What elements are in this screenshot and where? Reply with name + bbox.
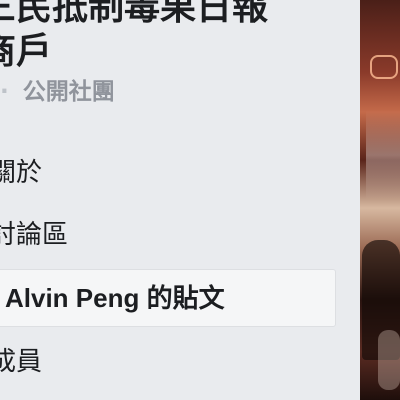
nav-item-discussion[interactable]: 討論區 xyxy=(0,206,336,264)
group-sidebar: 三民抵制毒果日報 商戶 · 公開社團 關於 討論區 Alvin Peng 的貼文… xyxy=(0,0,360,400)
group-title[interactable]: 三民抵制毒果日報 商戶 xyxy=(0,0,340,74)
privacy-dot: · xyxy=(0,79,9,105)
group-cover-photo[interactable] xyxy=(360,0,400,400)
nav-item-member-posts-label: Alvin Peng 的貼文 xyxy=(5,283,225,313)
group-title-line-2[interactable]: 商戶 xyxy=(0,30,340,74)
nav-item-about[interactable]: 關於 xyxy=(0,144,336,202)
nav-item-members[interactable]: 成員 xyxy=(0,333,336,391)
nav-item-about-label: 關於 xyxy=(0,158,43,188)
nav-item-member-posts[interactable]: Alvin Peng 的貼文 xyxy=(0,269,336,327)
nav-item-members-label: 成員 xyxy=(0,347,43,377)
group-title-line-1[interactable]: 三民抵制毒果日報 xyxy=(0,0,340,30)
viewport: 三民抵制毒果日報 商戶 · 公開社團 關於 討論區 Alvin Peng 的貼文… xyxy=(0,0,400,400)
photo-neon-sign xyxy=(370,55,398,79)
privacy-label: 公開社團 xyxy=(22,79,115,105)
photo-highlight xyxy=(378,330,400,390)
photo-glare xyxy=(366,110,400,200)
nav-item-discussion-label: 討論區 xyxy=(0,220,69,250)
group-privacy: · 公開社團 xyxy=(0,77,115,107)
